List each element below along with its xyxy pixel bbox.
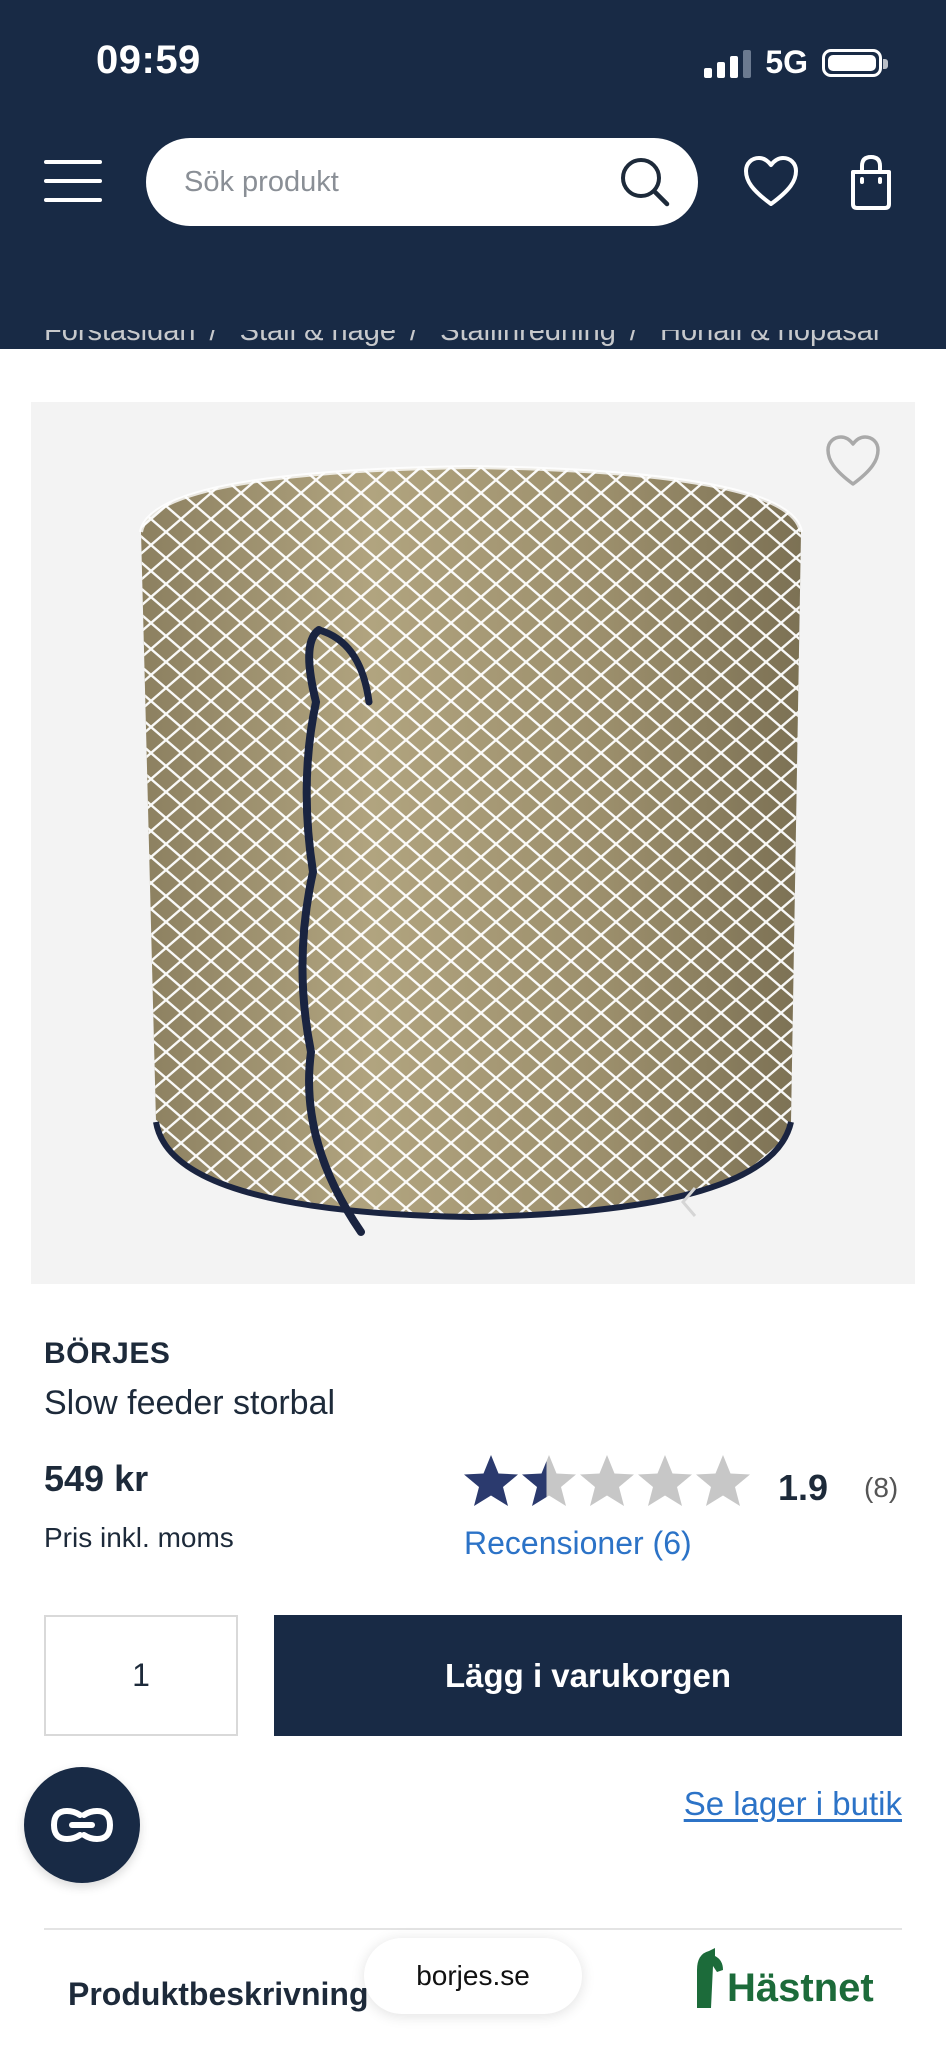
hay-bale-net-illustration (139, 464, 803, 1236)
battery-icon (822, 48, 888, 77)
partner-logo: Hästnet (693, 1948, 874, 2008)
gallery-next-icon[interactable] (675, 1182, 705, 1222)
wishlist-heart-icon[interactable] (742, 154, 800, 208)
chat-icon (50, 1807, 114, 1843)
quantity-input[interactable]: 1 (44, 1615, 238, 1736)
signal-icon (704, 48, 752, 78)
breadcrumb: Förstasidan / Stall & hage / Stallinrednin… (44, 330, 883, 360)
price-note: Pris inkl. moms (44, 1522, 234, 1553)
section-divider (44, 1928, 902, 1930)
product-name: Slow feeder storbal (44, 1384, 336, 1422)
hamburger-icon (44, 160, 102, 164)
star-rating-icon (464, 1455, 750, 1506)
status-indicators: 5G (704, 44, 888, 81)
product-brand[interactable]: BÖRJES (44, 1337, 170, 1371)
breadcrumb-item[interactable]: Förstasidan (44, 330, 196, 347)
breadcrumb-item[interactable]: Stallinredning (440, 330, 616, 347)
search-input[interactable] (182, 164, 618, 200)
rating-count: (8) (864, 1472, 899, 1503)
add-to-cart-button[interactable]: Lägg i varukorgen (274, 1615, 902, 1736)
search-bar (146, 138, 698, 226)
reviews-link[interactable]: Recensioner (6) (464, 1525, 692, 1562)
search-icon[interactable] (618, 155, 672, 209)
menu-button[interactable] (44, 160, 102, 202)
status-time: 09:59 (96, 38, 201, 82)
product-description-heading[interactable]: Produktbeskrivning (68, 1976, 369, 2013)
rating-value: 1.9 (778, 1467, 829, 1508)
site-header: 09:59 5G (0, 0, 946, 349)
product-wishlist-heart-icon[interactable] (823, 432, 883, 488)
shopping-bag-icon[interactable] (847, 152, 895, 212)
product-price: 549 kr (44, 1458, 149, 1499)
breadcrumb-item[interactable]: Höhäll & höpåsar (660, 330, 882, 347)
product-image[interactable] (31, 402, 915, 1284)
horse-icon (697, 1948, 723, 2008)
partner-logo-text: Hästnet (727, 1966, 874, 2010)
network-label: 5G (765, 44, 808, 80)
browser-url-bar[interactable]: borjes.se (364, 1938, 582, 2014)
chat-button[interactable] (24, 1767, 140, 1883)
rating-stars[interactable] (462, 1453, 754, 1511)
store-stock-link[interactable]: Se lager i butik (684, 1785, 902, 1823)
breadcrumb-item[interactable]: Stall & hage (240, 330, 396, 347)
